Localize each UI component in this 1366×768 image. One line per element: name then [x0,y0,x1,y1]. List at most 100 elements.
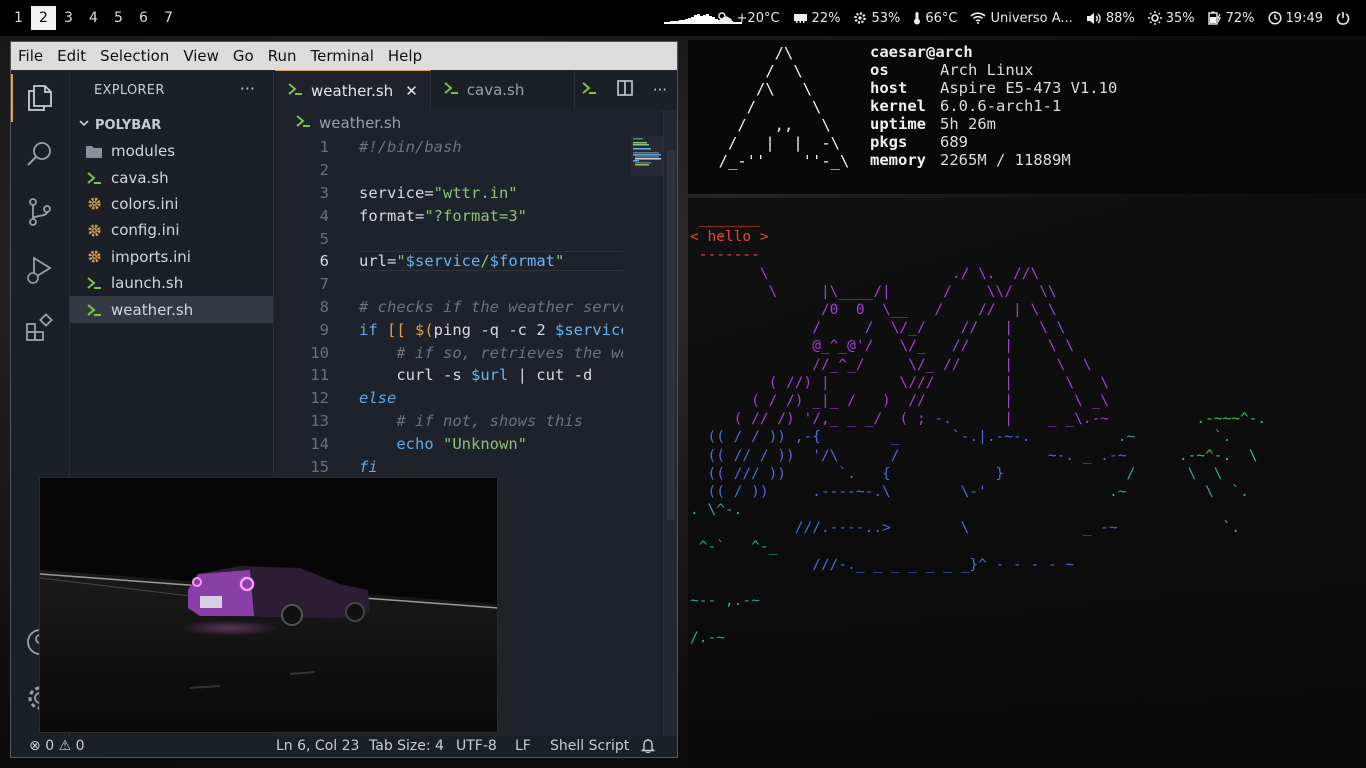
code-line: 10 # if so, retrieves the weather [275,341,623,364]
status-modules: +20°C 22% 53% 66°C Universo A... 88% 35%… [704,0,1354,36]
line-number: 3 [319,183,329,202]
line-number: 14 [310,434,329,453]
explorer-more-button[interactable]: ··· [240,79,255,98]
file-item[interactable]: cava.sh [70,164,273,190]
explorer-icon[interactable] [11,74,56,122]
shell-script-icon [295,114,311,132]
speech-bubble: < hello > [690,229,769,246]
file-item[interactable]: launch.sh [70,270,273,296]
file-label: config.ini [111,221,180,240]
battery-module[interactable]: 72% [1207,10,1255,26]
wifi-module[interactable]: Universo A... [970,11,1073,26]
shell-script-icon [86,303,102,317]
code-line-current: 6 url="$service/$format" [275,250,623,273]
weather-module[interactable]: +20°C [717,11,780,26]
brightness-value: 35% [1165,10,1195,26]
menu-file[interactable]: File [11,47,50,65]
line-ending[interactable]: LF [515,738,531,754]
file-item[interactable]: modules [70,138,273,164]
notifications-bell-icon[interactable] [640,738,656,757]
problems-indicator[interactable]: ⊗ 0 ⚠ 0 [29,738,85,754]
memory-module[interactable]: 22% [793,10,841,26]
warning-icon: ⚠ [58,738,72,754]
editor-more-button[interactable]: ··· [653,81,667,99]
ascii-art-terminal[interactable]: _______ < hello > ------- \ ./ \. //\ \ … [688,198,1366,768]
menu-edit[interactable]: Edit [50,47,93,65]
workspace-folder[interactable]: POLYBAR [70,112,273,138]
volume-module[interactable]: 88% [1086,11,1135,26]
run-debug-icon[interactable] [24,254,56,286]
minimap[interactable] [631,136,663,176]
workspace-1[interactable]: 1 [6,6,31,30]
video-player[interactable] [39,477,498,733]
temperature-module[interactable]: 66°C [913,11,957,26]
menu-view[interactable]: View [176,47,226,65]
clock-module[interactable]: 19:49 [1267,11,1323,26]
tab-weather-sh[interactable]: weather.sh ✕ [275,70,431,110]
run-script-icon[interactable] [581,81,597,99]
weather-icon [717,12,732,24]
workspace-7[interactable]: 7 [156,6,181,30]
code-text: if [[ $(ping -q -c 2 $service [359,320,623,339]
brightness-module[interactable]: 35% [1147,10,1195,26]
file-label: cava.sh [111,168,169,187]
editor-scrollbar[interactable] [663,110,677,736]
code-text: fi [359,457,378,476]
code-text: curl -s $url | cut -d [359,366,593,385]
workspace-4[interactable]: 4 [81,6,106,30]
menu-bar: File Edit Selection View Go Run Terminal… [11,42,677,70]
close-tab-icon[interactable]: ✕ [405,82,418,100]
workspace-2[interactable]: 2 [31,6,56,30]
language-mode[interactable]: Shell Script [550,738,629,754]
cowsay-output: _______ < hello > ------- \ ./ \. //\ \ … [690,211,1267,646]
power-button[interactable] [1336,11,1354,25]
menu-selection[interactable]: Selection [93,47,176,65]
line-number: 7 [319,275,329,294]
tab-cava-sh[interactable]: cava.sh [431,70,575,110]
code-text: # if not, shows this [359,411,583,430]
line-number: 10 [310,343,329,362]
shell-script-icon [86,171,102,185]
file-item[interactable]: config.ini [70,217,273,243]
code-line: 11 curl -s $url | cut -d [275,364,623,387]
workspace-6[interactable]: 6 [131,6,156,30]
workspace-3[interactable]: 3 [56,6,81,30]
menu-go[interactable]: Go [226,47,261,65]
breadcrumb-file[interactable]: weather.sh [319,114,401,132]
battery-value: 72% [1225,10,1255,26]
tab-label: weather.sh [311,81,394,100]
file-item[interactable]: imports.ini [70,244,273,270]
error-count: 0 [45,738,55,754]
menu-help[interactable]: Help [381,47,429,65]
extensions-icon[interactable] [24,312,56,344]
line-number: 13 [310,411,329,430]
file-item[interactable]: colors.ini [70,191,273,217]
code-line: 4 format="?format=3" [275,204,623,227]
search-icon[interactable] [24,138,56,170]
line-number: 4 [319,206,329,225]
source-control-icon[interactable] [24,196,56,228]
memory-value: 22% [811,10,841,26]
warning-count: 0 [75,738,85,754]
editor-tabs: weather.sh ✕ cava.sh ··· [275,70,677,110]
neofetch-terminal[interactable]: /\ / \ /\ \ / \ / ,, \ / | | -\ /_-'' ''… [688,40,1366,194]
menu-terminal[interactable]: Terminal [304,47,381,65]
split-editor-icon[interactable] [616,80,633,100]
code-editor[interactable]: 1 #!/bin/bash 2 3 service="wttr.in" 4 forma… [275,136,623,478]
line-number: 9 [319,320,329,339]
cursor-position[interactable]: Ln 6, Col 23 [276,738,359,754]
encoding[interactable]: UTF-8 [456,738,497,754]
file-label: imports.ini [111,247,191,266]
menu-run[interactable]: Run [261,47,304,65]
file-label: colors.ini [111,194,179,213]
file-item-selected[interactable]: weather.sh [70,296,273,323]
folder-label: POLYBAR [95,117,162,133]
top-bar: 1 2 3 4 5 6 7 +20°C 22% 53% 66°C Univers… [0,0,1366,36]
scrollbar-thumb[interactable] [667,150,675,520]
info-row-host: host Aspire E5-473 V1.10 [870,79,1118,97]
tab-size[interactable]: Tab Size: 4 [369,738,444,754]
cpu-module[interactable]: 53% [853,11,900,26]
info-row-uptime: uptime 5h 26m [870,115,996,133]
workspace-5[interactable]: 5 [106,6,131,30]
folder-icon [86,145,102,158]
